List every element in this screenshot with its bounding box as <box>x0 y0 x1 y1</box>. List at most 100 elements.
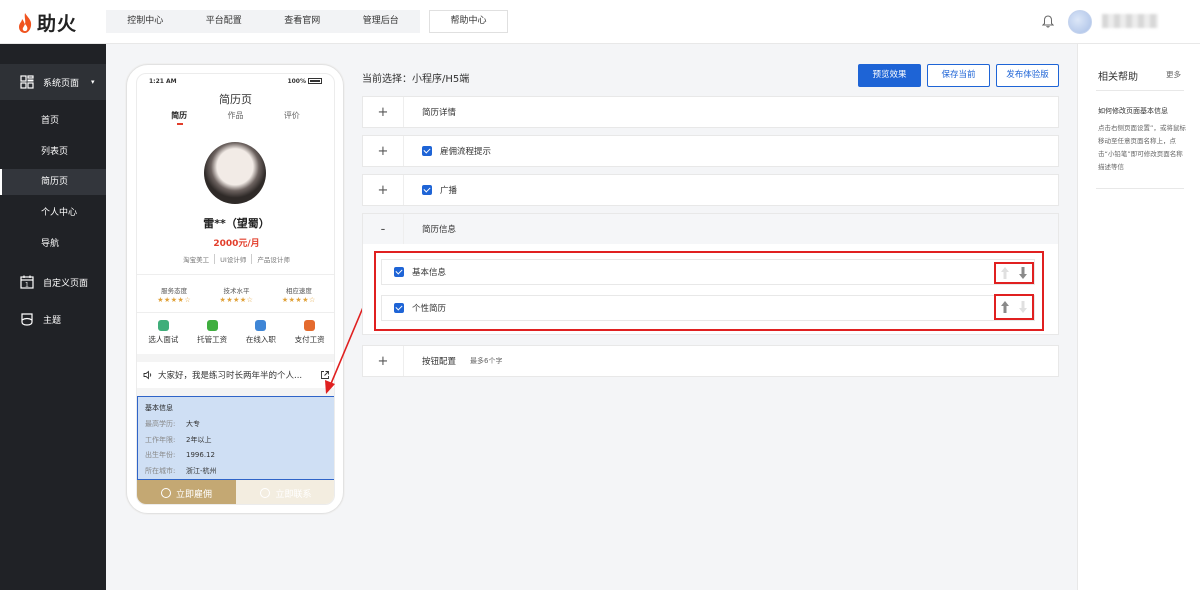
hire-label: 立即雇佣 <box>175 489 212 500</box>
phone-tabs: 简历 作品 评价 <box>137 110 334 125</box>
section-broadcast[interactable]: + 广播 <box>362 174 1059 206</box>
arrow-down-icon[interactable] <box>1019 301 1027 313</box>
hire-icon <box>160 488 171 498</box>
nav-official-site[interactable]: 查看官网 <box>263 10 342 33</box>
sub-row-personal-resume[interactable]: 个性简历 <box>381 295 1035 321</box>
arrow-up-icon[interactable] <box>1001 267 1009 279</box>
status-time: 1:21 AM <box>149 77 177 85</box>
arrow-up-icon[interactable] <box>1001 301 1009 313</box>
preview-button[interactable]: 预览效果 <box>858 64 921 87</box>
info-value: 2年以上 <box>186 435 212 444</box>
section-header[interactable]: + 按钮配置 最多6个字 <box>363 346 1058 376</box>
section-header[interactable]: - 简历信息 <box>363 214 1058 244</box>
sidebar-item-nav[interactable]: 导航 <box>0 231 106 257</box>
sidebar-item-theme[interactable]: 主题 <box>0 310 106 328</box>
section-title: 广播 <box>440 186 458 196</box>
section-header[interactable]: + 广播 <box>363 175 1058 205</box>
section-note: 最多6个字 <box>470 357 503 365</box>
help-center-button[interactable]: 帮助中心 <box>429 10 508 33</box>
expand-icon[interactable]: + <box>363 144 403 159</box>
calendar-icon: 1 <box>20 275 34 289</box>
sidebar-group-system-pages[interactable]: 系统页面 ▾ <box>0 64 106 100</box>
profile-tags: 淘宝美工 UI设计师 产品设计师 <box>137 254 334 264</box>
sidebar-group-label: 系统页面 <box>43 78 80 89</box>
nav-admin[interactable]: 管理后台 <box>342 10 421 33</box>
divider <box>403 97 404 127</box>
sub-row-basic-info[interactable]: 基本信息 <box>381 259 1035 285</box>
section-title: 简历信息 <box>422 225 457 235</box>
battery-percent: 100% <box>287 77 306 85</box>
arrow-down-icon[interactable] <box>1019 267 1027 279</box>
info-value: 浙江-杭州 <box>186 466 217 475</box>
section-title-wrap: 按钮配置 最多6个字 <box>422 355 502 367</box>
info-key: 工作年限: <box>145 435 176 444</box>
nav-platform-config[interactable]: 平台配置 <box>185 10 264 33</box>
help-more-link[interactable]: 更多 <box>1166 69 1181 80</box>
logo[interactable]: 助火 <box>16 9 77 36</box>
rating-stars: ★★★★☆ <box>219 296 254 304</box>
profile-name: 雷**（望蜀） <box>203 217 270 230</box>
expand-icon[interactable]: + <box>363 105 403 120</box>
phone-tab-resume[interactable]: 简历 <box>171 110 187 125</box>
sort-arrows-basic <box>994 262 1034 284</box>
username-blurred[interactable] <box>1102 14 1158 28</box>
sidebar-item-resume[interactable]: 简历页 <box>0 169 106 195</box>
theme-icon <box>21 313 33 326</box>
divider <box>403 214 404 244</box>
divider <box>403 136 404 166</box>
sidebar-item-list[interactable]: 列表页 <box>0 139 106 165</box>
sidebar-item-custom-page[interactable]: 1 自定义页面 <box>0 273 106 291</box>
section-header[interactable]: + 简历详情 <box>363 97 1058 127</box>
checkbox-checked[interactable] <box>422 185 432 195</box>
info-row: 工作年限: 2年以上 <box>145 433 328 449</box>
phone-page-title: 简历页 <box>219 93 252 106</box>
checkbox-checked[interactable] <box>394 303 404 313</box>
sidebar-item-home[interactable]: 首页 <box>0 108 106 134</box>
expand-icon[interactable]: + <box>363 354 403 369</box>
section-button-config[interactable]: + 按钮配置 最多6个字 <box>362 345 1059 377</box>
section-header[interactable]: + 雇佣流程提示 <box>363 136 1058 166</box>
divider <box>403 175 404 205</box>
section-title: 按钮配置 <box>422 357 457 367</box>
section-title-wrap: 雇佣流程提示 <box>422 145 491 157</box>
sidebar-custom-label: 自定义页面 <box>43 278 89 289</box>
divider <box>1096 90 1184 91</box>
bell-icon[interactable] <box>1042 15 1054 28</box>
section-title: 雇佣流程提示 <box>440 147 492 157</box>
hire-now-button[interactable]: 立即雇佣 <box>137 480 236 504</box>
action-escrow[interactable]: 托管工资 <box>197 320 227 345</box>
contact-now-button[interactable]: 立即联系 <box>236 480 334 504</box>
help-question[interactable]: 如何修改页面基本信息 <box>1098 106 1168 116</box>
checkbox-checked[interactable] <box>422 146 432 156</box>
collapse-icon[interactable]: - <box>363 222 403 237</box>
help-answer: 点击右侧页面设置”，或将鼠标移动至任意页面名称上，点击“小铅笔”即可修改页面名称… <box>1098 124 1186 171</box>
info-key: 最高学历: <box>145 420 176 428</box>
svg-text:1: 1 <box>25 282 29 289</box>
section-resume-detail[interactable]: + 简历详情 <box>362 96 1059 128</box>
top-nav: 控制中心 平台配置 查看官网 管理后台 <box>106 10 420 33</box>
profile-photo <box>204 142 266 204</box>
onboard-icon <box>255 320 267 331</box>
info-key: 所在城市: <box>145 466 176 475</box>
rating-label: 服务态度 <box>161 287 188 295</box>
action-interview[interactable]: 选人面试 <box>148 320 178 345</box>
phone-tab-reviews[interactable]: 评价 <box>284 110 300 121</box>
section-hire-flow[interactable]: + 雇佣流程提示 <box>362 135 1059 167</box>
divider <box>403 346 404 376</box>
interview-icon <box>157 320 169 331</box>
basic-info-block[interactable]: 基本信息 最高学历: 大专 工作年限: 2年以上 出生年份: 1996.12 所在城市… <box>137 396 334 480</box>
chat-icon <box>260 488 271 498</box>
action-onboard[interactable]: 在线入职 <box>246 320 276 345</box>
checkbox-checked[interactable] <box>394 267 404 277</box>
nav-control-center[interactable]: 控制中心 <box>106 10 185 33</box>
publish-trial-button[interactable]: 发布体验版 <box>996 64 1059 87</box>
speaker-icon <box>143 370 152 380</box>
info-value: 1996.12 <box>186 451 215 459</box>
help-panel: 相关帮助 更多 如何修改页面基本信息 点击右侧页面设置”，或将鼠标移动至任意页面… <box>1077 44 1200 590</box>
save-button[interactable]: 保存当前 <box>927 64 990 87</box>
expand-icon[interactable]: + <box>363 183 403 198</box>
phone-tab-works[interactable]: 作品 <box>227 110 243 121</box>
sidebar: 系统页面 ▾ 首页 列表页 简历页 个人中心 导航 1 自定义页面 主题 <box>0 44 106 590</box>
sidebar-item-profile[interactable]: 个人中心 <box>0 200 106 226</box>
user-avatar[interactable] <box>1068 10 1092 34</box>
